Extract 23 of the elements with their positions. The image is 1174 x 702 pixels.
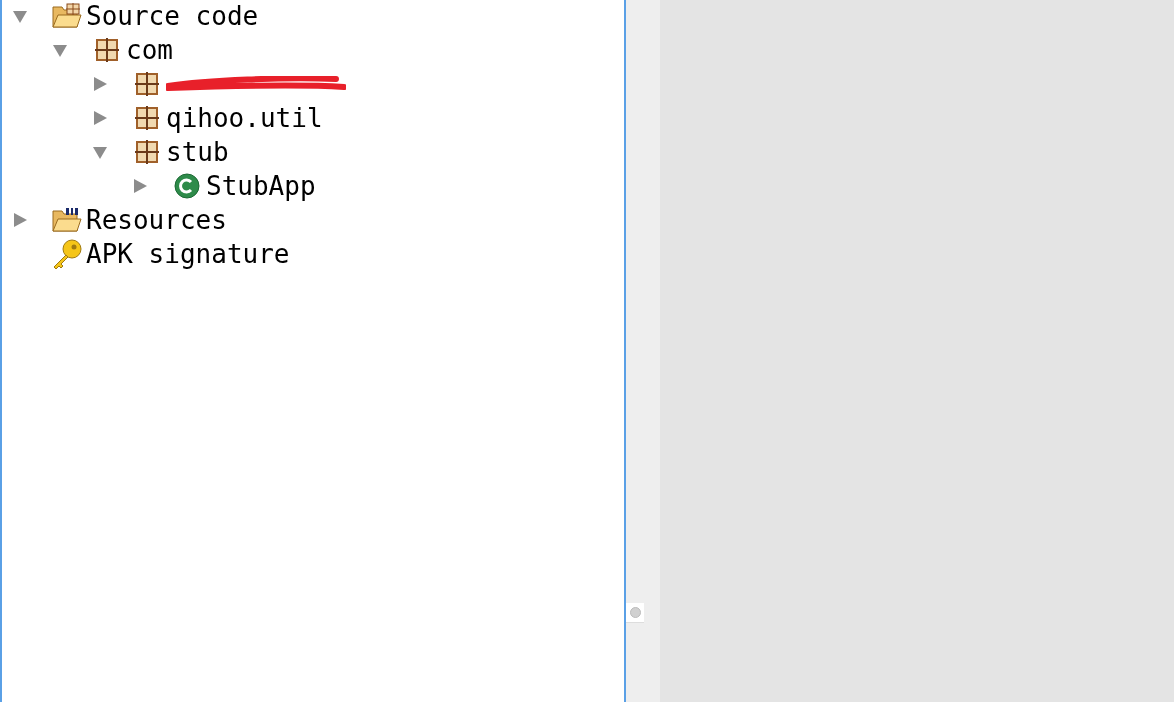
tree-item-label[interactable]: com <box>126 37 173 63</box>
class-icon <box>174 173 200 199</box>
expand-toggle-icon[interactable] <box>12 212 28 228</box>
collapse-toggle-icon[interactable] <box>52 42 68 58</box>
expand-toggle-icon[interactable] <box>132 178 148 194</box>
folder-icon <box>51 207 83 233</box>
folder-icon <box>51 3 83 29</box>
collapse-toggle-icon[interactable] <box>12 8 28 24</box>
tree-item-label[interactable]: APK signature <box>86 241 290 267</box>
tree-item-label[interactable]: qihoo.util <box>166 105 323 131</box>
package-icon <box>135 106 159 130</box>
tree-item-label[interactable]: StubApp <box>206 173 316 199</box>
splitter-handle[interactable] <box>626 603 644 623</box>
key-icon <box>51 238 83 270</box>
expand-toggle-icon[interactable] <box>92 110 108 126</box>
tree-item-label[interactable]: stub <box>166 139 229 165</box>
tree-item-label[interactable]: Source code <box>86 3 259 29</box>
collapse-toggle-icon[interactable] <box>92 144 108 160</box>
package-icon <box>135 140 159 164</box>
tree-item-label[interactable]: Resources <box>86 207 227 233</box>
package-icon <box>135 72 159 96</box>
expand-toggle-icon[interactable] <box>92 76 108 92</box>
package-icon <box>95 38 119 62</box>
